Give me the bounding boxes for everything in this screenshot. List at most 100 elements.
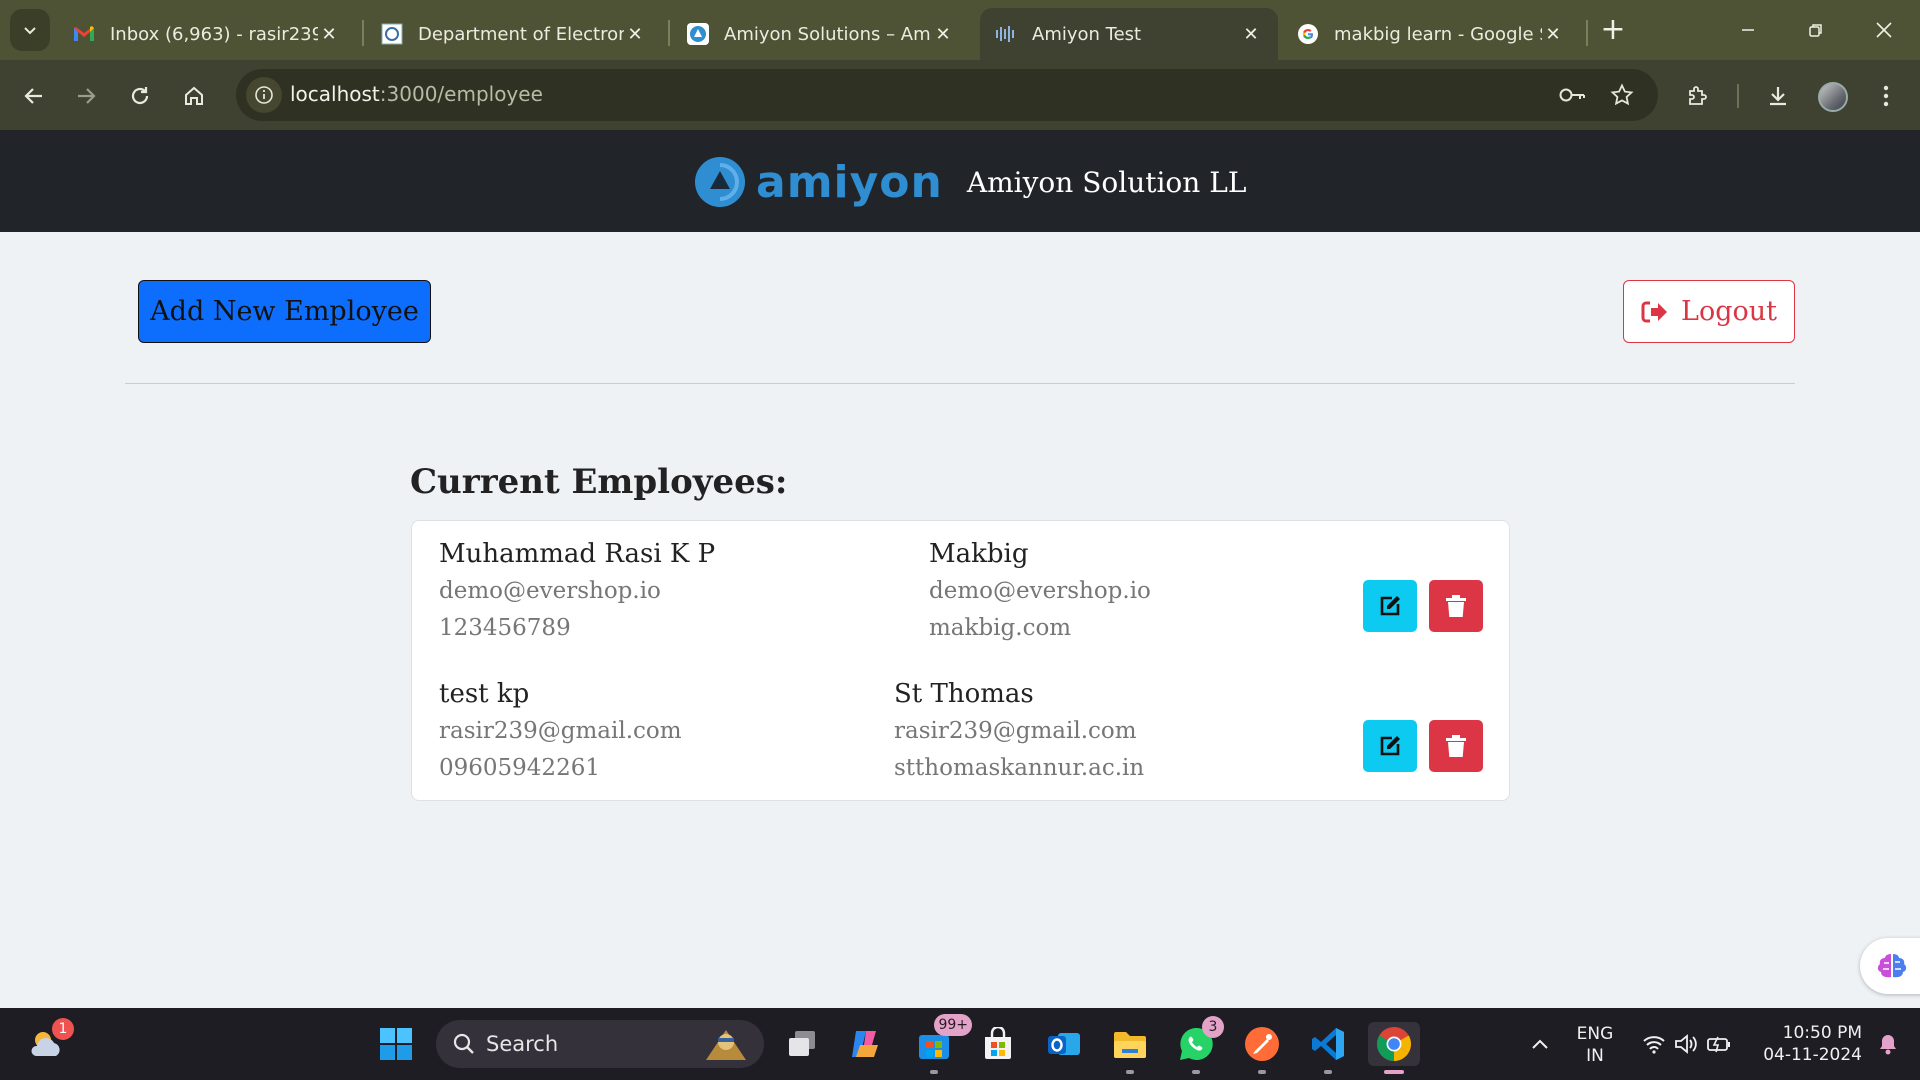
logout-button[interactable]: Logout: [1623, 280, 1795, 343]
copilot-button[interactable]: [844, 1022, 888, 1066]
browser-tab-inbox[interactable]: Inbox (6,963) - rasir239@ ✕: [58, 8, 356, 60]
company-info: Makbig demo@evershop.io makbig.com: [929, 535, 1151, 647]
tab-separator: [362, 20, 364, 46]
section-divider: [125, 383, 1795, 384]
show-hidden-icons-button[interactable]: [1518, 1022, 1562, 1066]
system-tray-status[interactable]: [1632, 1022, 1742, 1066]
app-icon: [994, 22, 1018, 46]
app-header: amiyon Amiyon Solution LL: [0, 130, 1920, 232]
gmail-icon: [72, 22, 96, 46]
browser-tab-amiyon-solutions[interactable]: Amiyon Solutions – Amiy ✕: [672, 8, 970, 60]
vscode-icon: [1312, 1028, 1344, 1060]
forward-button[interactable]: [66, 76, 106, 116]
task-view-button[interactable]: [780, 1022, 824, 1066]
add-new-employee-button[interactable]: Add New Employee: [138, 280, 431, 343]
task-view-icon: [789, 1031, 815, 1056]
arrow-left-icon: [24, 88, 42, 104]
amiyon-icon: [686, 22, 710, 46]
browser-menu-button[interactable]: [1866, 76, 1906, 116]
vscode-button[interactable]: [1306, 1022, 1350, 1074]
microsoft-store-button[interactable]: 99+: [912, 1014, 972, 1074]
whatsapp-button[interactable]: 3: [1174, 1016, 1224, 1074]
extensions-button[interactable]: [1678, 76, 1718, 116]
close-tab-icon[interactable]: ✕: [1542, 23, 1564, 45]
minimize-button[interactable]: [1726, 10, 1770, 50]
reload-icon: [131, 87, 149, 105]
clock-time: 10:50 PM: [1782, 1023, 1862, 1043]
employee-phone: 123456789: [439, 615, 571, 641]
close-tab-icon[interactable]: ✕: [318, 23, 340, 45]
back-button[interactable]: [14, 76, 54, 116]
file-explorer-button[interactable]: [1108, 1022, 1152, 1074]
employee-row: test kp rasir239@gmail.com 09605942261 S…: [412, 675, 1511, 815]
search-highlight-icon: [706, 1030, 746, 1060]
close-tab-icon[interactable]: ✕: [624, 23, 646, 45]
tab-title: Inbox (6,963) - rasir239@: [110, 23, 318, 45]
department-site-icon: [380, 22, 404, 46]
close-tab-icon[interactable]: ✕: [1240, 23, 1262, 45]
clock-date: 04-11-2024: [1763, 1045, 1862, 1065]
tab-search-button[interactable]: [10, 9, 50, 51]
bell-icon: [1880, 1035, 1896, 1055]
postman-icon: [1245, 1027, 1279, 1061]
info-icon: [255, 86, 273, 104]
outlook-button[interactable]: [1042, 1022, 1086, 1066]
running-indicator: [1258, 1070, 1266, 1074]
brand[interactable]: amiyon Amiyon Solution LL: [694, 154, 1246, 210]
tab-title: makbig learn - Google Se: [1334, 23, 1542, 45]
running-indicator: [1192, 1070, 1200, 1074]
tab-title: Amiyon Test: [1032, 23, 1142, 45]
password-key-icon[interactable]: [1558, 81, 1586, 109]
download-icon: [1770, 87, 1786, 106]
ms-store-app-button[interactable]: [976, 1022, 1020, 1066]
running-indicator: [1126, 1070, 1134, 1074]
restore-icon: [1809, 24, 1822, 37]
browser-tab-amiyon-test[interactable]: Amiyon Test ✕: [980, 8, 1278, 60]
volume-icon: [1675, 1034, 1697, 1054]
edit-icon: [1380, 736, 1400, 756]
widgets-button[interactable]: 1: [26, 1018, 74, 1066]
reload-button[interactable]: [120, 76, 160, 116]
taskbar-search[interactable]: Search: [436, 1020, 764, 1068]
company-name: Amiyon Solution LL: [966, 165, 1247, 199]
shopping-bag-icon: [985, 1027, 1011, 1059]
start-button[interactable]: [374, 1022, 418, 1066]
outlook-icon: [1048, 1033, 1080, 1055]
search-label: Search: [486, 1032, 559, 1056]
browser-toolbar: localhost:3000/employee: [0, 60, 1920, 130]
downloads-button[interactable]: [1758, 76, 1798, 116]
sign-out-icon: [1641, 301, 1668, 322]
chrome-button[interactable]: [1368, 1022, 1420, 1074]
delete-employee-button[interactable]: [1429, 580, 1483, 632]
site-info-button[interactable]: [246, 77, 282, 113]
tab-title: Amiyon Solutions – Amiy: [724, 23, 932, 45]
folder-icon: [1114, 1032, 1146, 1058]
browser-tab-department[interactable]: Department of Electronic ✕: [366, 8, 662, 60]
restore-button[interactable]: [1794, 10, 1838, 50]
delete-employee-button[interactable]: [1429, 720, 1483, 772]
edit-employee-button[interactable]: [1363, 720, 1417, 772]
address-bar[interactable]: localhost:3000/employee: [236, 69, 1658, 121]
bookmark-star-icon[interactable]: [1608, 81, 1636, 109]
browser-tab-strip: Inbox (6,963) - rasir239@ ✕ Department o…: [0, 0, 1920, 60]
browser-tab-google-search[interactable]: makbig learn - Google Se ✕: [1282, 8, 1580, 60]
employee-name: test kp: [439, 679, 530, 709]
notifications-button[interactable]: [1866, 1022, 1910, 1066]
region-code: IN: [1586, 1046, 1604, 1066]
new-tab-button[interactable]: +: [1596, 14, 1630, 48]
brain-icon: [1877, 954, 1907, 978]
company-name: Makbig: [929, 539, 1029, 569]
company-email: rasir239@gmail.com: [894, 718, 1137, 744]
edit-employee-button[interactable]: [1363, 580, 1417, 632]
whatsapp-badge: 3: [1202, 1016, 1224, 1038]
close-window-button[interactable]: [1862, 10, 1906, 50]
postman-button[interactable]: [1240, 1022, 1284, 1074]
profile-avatar[interactable]: [1818, 82, 1848, 112]
home-button[interactable]: [174, 76, 214, 116]
taskbar-clock[interactable]: 10:50 PM 04-11-2024: [1752, 1022, 1862, 1066]
close-tab-icon[interactable]: ✕: [932, 23, 954, 45]
company-email: demo@evershop.io: [929, 578, 1151, 604]
language-indicator[interactable]: ENG IN: [1568, 1023, 1622, 1067]
assistant-floating-button[interactable]: [1860, 938, 1920, 994]
chrome-icon: [1377, 1027, 1411, 1061]
